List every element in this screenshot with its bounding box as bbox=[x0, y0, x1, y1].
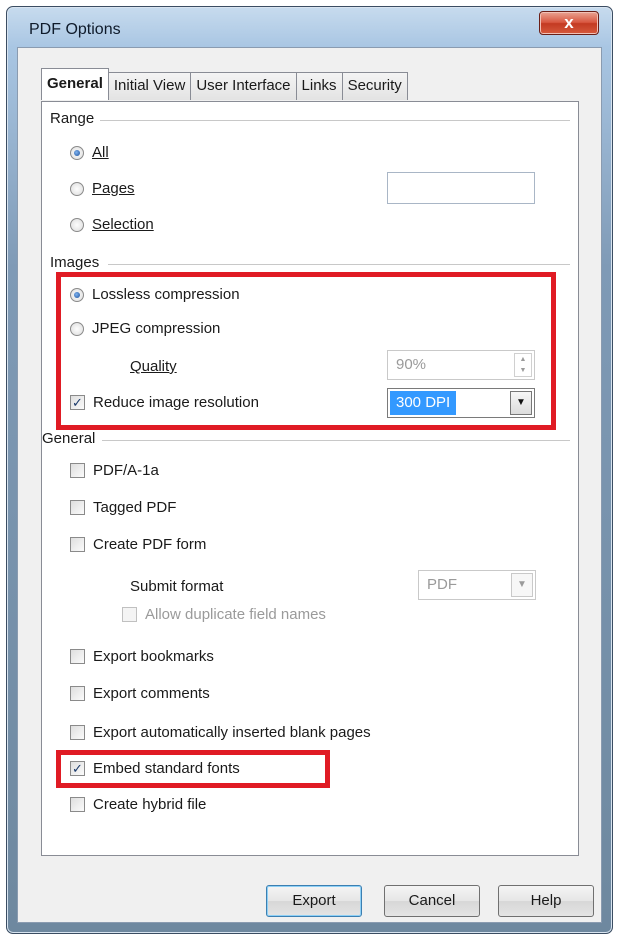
general-tab-panel: Range All Pages Selection Images Lossles… bbox=[41, 101, 579, 856]
range-group-label: Range bbox=[50, 110, 95, 127]
dialog-client-area: General Initial View User Interface Link… bbox=[17, 47, 602, 923]
range-pages-label: Pages bbox=[92, 180, 135, 197]
create-hybrid-label: Create hybrid file bbox=[93, 796, 207, 813]
allow-duplicate-option[interactable]: Allow duplicate field names bbox=[122, 606, 326, 623]
cancel-button[interactable]: Cancel bbox=[384, 885, 480, 917]
pdf-options-dialog: PDF Options x General Initial View User … bbox=[6, 6, 613, 934]
create-hybrid-option[interactable]: Create hybrid file bbox=[70, 796, 206, 813]
export-blank-pages-checkbox[interactable] bbox=[70, 725, 85, 740]
dropdown-arrow-icon[interactable]: ▼ bbox=[510, 391, 532, 415]
resolution-value: 300 DPI bbox=[390, 391, 457, 415]
help-button[interactable]: Help bbox=[498, 885, 594, 917]
pdfa-label: PDF/A-1a bbox=[93, 462, 159, 479]
lossless-option[interactable]: Lossless compression bbox=[70, 286, 240, 303]
submit-format-value: PDF bbox=[427, 576, 457, 593]
reduce-resolution-label: Reduce image resolution bbox=[93, 394, 259, 411]
reduce-resolution-option[interactable]: ✓ Reduce image resolution bbox=[70, 394, 259, 411]
images-divider bbox=[108, 264, 570, 265]
create-hybrid-checkbox[interactable] bbox=[70, 797, 85, 812]
lossless-label: Lossless compression bbox=[92, 286, 240, 303]
reduce-resolution-checkbox[interactable]: ✓ bbox=[70, 395, 85, 410]
export-comments-label: Export comments bbox=[93, 685, 210, 702]
range-selection-label: Selection bbox=[92, 216, 154, 233]
general-divider bbox=[102, 440, 570, 441]
tab-general[interactable]: General bbox=[41, 68, 109, 100]
create-form-checkbox[interactable] bbox=[70, 537, 85, 552]
tab-initial-view[interactable]: Initial View bbox=[107, 72, 192, 100]
tab-links[interactable]: Links bbox=[295, 72, 343, 100]
range-pages-radio[interactable] bbox=[70, 181, 84, 196]
export-button[interactable]: Export bbox=[266, 885, 362, 917]
tab-bar: General Initial View User Interface Link… bbox=[41, 68, 408, 100]
export-bookmarks-label: Export bookmarks bbox=[93, 648, 214, 665]
pdfa-checkbox[interactable] bbox=[70, 463, 85, 478]
embed-fonts-label: Embed standard fonts bbox=[93, 760, 240, 777]
jpeg-option[interactable]: JPEG compression bbox=[70, 320, 220, 337]
tab-user-interface[interactable]: User Interface bbox=[190, 72, 297, 100]
range-divider bbox=[100, 120, 570, 121]
export-bookmarks-checkbox[interactable] bbox=[70, 649, 85, 664]
resolution-dropdown[interactable]: 300 DPI ▼ bbox=[387, 388, 535, 418]
quality-value: 90% bbox=[396, 356, 427, 373]
submit-format-dropdown[interactable]: PDF ▼ bbox=[418, 570, 536, 600]
tab-security[interactable]: Security bbox=[341, 72, 408, 100]
quality-spinner[interactable]: 90% ▲ ▼ bbox=[387, 350, 535, 380]
submit-format-label: Submit format bbox=[130, 578, 224, 595]
allow-duplicate-label: Allow duplicate field names bbox=[145, 606, 326, 623]
submit-format-arrow-icon[interactable]: ▼ bbox=[511, 573, 533, 597]
export-comments-checkbox[interactable] bbox=[70, 686, 85, 701]
range-all-option[interactable]: All bbox=[70, 144, 109, 161]
pages-input[interactable] bbox=[387, 172, 535, 204]
range-all-label: All bbox=[92, 144, 109, 161]
quality-spin-buttons[interactable]: ▲ ▼ bbox=[514, 353, 532, 377]
allow-duplicate-checkbox[interactable] bbox=[122, 607, 137, 622]
export-comments-option[interactable]: Export comments bbox=[70, 685, 210, 702]
jpeg-radio[interactable] bbox=[70, 321, 84, 336]
spin-down-icon[interactable]: ▼ bbox=[515, 365, 531, 376]
window-title: PDF Options bbox=[29, 21, 121, 38]
range-all-radio[interactable] bbox=[70, 145, 84, 160]
range-selection-option[interactable]: Selection bbox=[70, 216, 154, 233]
export-blank-pages-label: Export automatically inserted blank page… bbox=[93, 724, 371, 741]
close-button[interactable]: x bbox=[539, 11, 599, 35]
tagged-pdf-option[interactable]: Tagged PDF bbox=[70, 499, 176, 516]
spin-up-icon[interactable]: ▲ bbox=[515, 354, 531, 365]
quality-label: Quality bbox=[130, 358, 177, 375]
embed-fonts-option[interactable]: ✓ Embed standard fonts bbox=[70, 760, 240, 777]
range-selection-radio[interactable] bbox=[70, 217, 84, 232]
create-form-label: Create PDF form bbox=[93, 536, 207, 553]
export-blank-pages-option[interactable]: Export automatically inserted blank page… bbox=[70, 724, 371, 741]
images-group-label: Images bbox=[50, 254, 100, 271]
lossless-radio[interactable] bbox=[70, 287, 84, 302]
embed-fonts-checkbox[interactable]: ✓ bbox=[70, 761, 85, 776]
tagged-pdf-checkbox[interactable] bbox=[70, 500, 85, 515]
export-bookmarks-option[interactable]: Export bookmarks bbox=[70, 648, 214, 665]
tagged-pdf-label: Tagged PDF bbox=[93, 499, 177, 516]
range-pages-option[interactable]: Pages bbox=[70, 180, 135, 197]
general-group-label: General bbox=[42, 430, 96, 447]
jpeg-label: JPEG compression bbox=[92, 320, 221, 337]
create-form-option[interactable]: Create PDF form bbox=[70, 536, 206, 553]
pdfa-option[interactable]: PDF/A-1a bbox=[70, 462, 159, 479]
